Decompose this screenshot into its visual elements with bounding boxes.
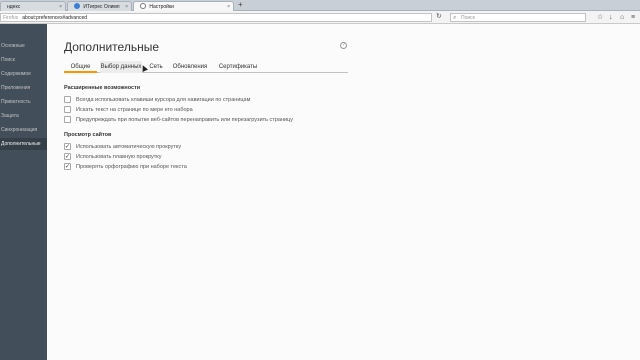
checkbox-checked[interactable]: ✓ — [64, 163, 71, 170]
navigation-bar: Firefox about:preferences#advanced ↻ ⌕ По… — [0, 11, 640, 24]
sidebar-item-applications[interactable]: Приложения — [0, 82, 47, 94]
sidebar-item-privacy[interactable]: Приватность — [0, 96, 47, 108]
subtab-bar: Общие Выбор данных Сеть Обновления Серти… — [64, 61, 348, 73]
sidebar-item-advanced[interactable]: Дополнительные — [0, 138, 47, 150]
close-tab-icon[interactable]: × — [125, 2, 128, 11]
checkbox[interactable] — [64, 116, 71, 123]
tab-title: Настройки — [149, 4, 174, 10]
option-label: Предупреждать при попытке веб-сайтов пер… — [76, 117, 293, 123]
help-icon[interactable]: ? — [340, 42, 347, 49]
sidebar-item-search[interactable]: Поиск — [0, 54, 47, 66]
tab-title: ИТигрес Олимп — [83, 4, 120, 10]
checkbox[interactable] — [64, 106, 71, 113]
search-icon: ⌕ — [453, 15, 457, 21]
page-title: Дополнительные — [64, 40, 159, 54]
close-tab-icon[interactable]: × — [59, 2, 62, 11]
close-tab-icon[interactable]: × — [227, 2, 230, 11]
browser-tab-yandex[interactable]: ндекс × — [0, 1, 66, 11]
url-text: about:preferences#advanced — [22, 15, 88, 21]
checkbox[interactable] — [64, 96, 71, 103]
option-label: Использовать плавную прокрутку — [76, 154, 162, 160]
option-label: Проверять орфографию при наборе текста — [76, 164, 187, 170]
menu-icon[interactable]: ≡ — [631, 13, 635, 22]
site-favicon-icon — [74, 3, 80, 9]
search-placeholder: Поиск — [461, 15, 475, 21]
tab-updates[interactable]: Обновления — [172, 61, 208, 73]
bookmark-star-icon[interactable]: ☆ — [597, 13, 603, 22]
option-label: Использовать автоматическую прокрутку — [76, 144, 182, 150]
home-icon[interactable]: ⌂ — [620, 13, 624, 22]
tab-title: ндекс — [7, 4, 21, 10]
new-tab-button[interactable]: + — [238, 0, 243, 10]
sidebar-item-security[interactable]: Защита — [0, 110, 47, 122]
gear-icon — [140, 3, 146, 9]
sidebar-item-content[interactable]: Содержимое — [0, 68, 47, 80]
reload-icon[interactable]: ↻ — [436, 12, 442, 20]
browser-tab-settings[interactable]: Настройки × — [133, 1, 234, 11]
preferences-content: Дополнительные ? Общие Выбор данных Сеть… — [47, 24, 640, 360]
preferences-sidebar: Основные Поиск Содержимое Приложения При… — [0, 24, 47, 360]
tab-network[interactable]: Сеть — [146, 61, 166, 73]
browser-tab-itigres[interactable]: ИТигрес Олимп × — [67, 1, 132, 11]
identity-label: Firefox — [3, 15, 19, 21]
url-bar[interactable]: Firefox about:preferences#advanced — [0, 13, 432, 22]
checkbox-checked[interactable]: ✓ — [64, 143, 71, 150]
section-title-browsing: Просмотр сайтов — [64, 132, 112, 138]
tab-data-choices[interactable]: Выбор данных — [100, 61, 142, 73]
checkbox-checked[interactable]: ✓ — [64, 153, 71, 160]
tab-general[interactable]: Общие — [64, 61, 97, 73]
sidebar-item-general[interactable]: Основные — [0, 40, 47, 52]
option-label: Искать текст на странице по мере его наб… — [76, 107, 193, 113]
sidebar-item-sync[interactable]: Синхронизация — [0, 124, 47, 136]
section-title-features: Расширенные возможности — [64, 85, 141, 91]
tab-strip: ндекс × ИТигрес Олимп × Настройки × + — [0, 0, 640, 11]
option-label: Всегда использовать клавиши курсора для … — [76, 97, 251, 103]
downloads-icon[interactable]: ↓ — [609, 13, 613, 22]
search-input[interactable]: ⌕ Поиск — [450, 13, 586, 22]
tab-certificates[interactable]: Сертификаты — [216, 61, 260, 73]
